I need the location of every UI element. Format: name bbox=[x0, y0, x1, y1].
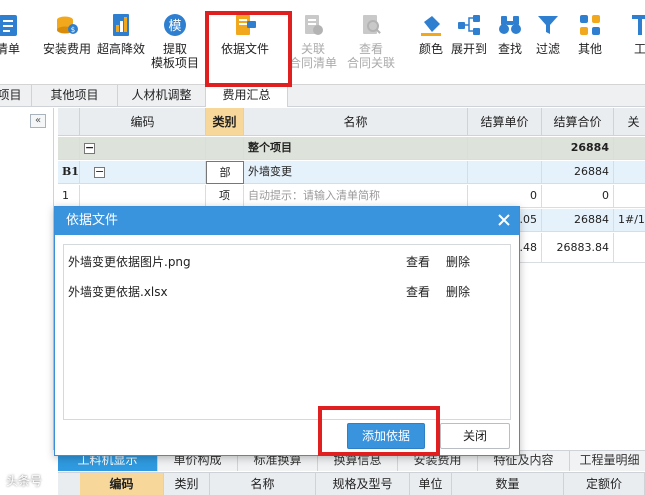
toolbar-link-contract-button[interactable]: 关联 合同清单 bbox=[284, 6, 342, 82]
row-total-price: 26884 bbox=[542, 209, 614, 232]
collapse-toggle[interactable]: − bbox=[84, 142, 95, 154]
dialog-title: 依据文件 bbox=[66, 213, 119, 228]
tab-other-items[interactable]: 其他项目 bbox=[32, 85, 118, 107]
row-name: 整个项目 bbox=[244, 137, 468, 160]
toolbar-color-button[interactable]: 颜色 bbox=[412, 6, 450, 82]
view-contract-icon bbox=[363, 15, 381, 34]
grid-header-unit-price[interactable]: 结算单价 bbox=[468, 108, 542, 136]
delete-file-link[interactable]: 删除 bbox=[446, 251, 470, 273]
document-chart-icon bbox=[113, 14, 129, 36]
file-name: 外墙变更依据图片.png bbox=[68, 255, 191, 269]
row-code: − bbox=[80, 137, 206, 160]
toolbar-filter-button[interactable]: 过滤 bbox=[530, 6, 566, 82]
toolbar-extract-template-button[interactable]: 模 提取 模板项目 bbox=[148, 6, 202, 82]
tab-quantity-detail[interactable]: 工程量明细 bbox=[570, 451, 645, 471]
row-type[interactable]: 部 bbox=[206, 161, 244, 184]
detail-header-code[interactable]: 编码 bbox=[80, 473, 164, 495]
svg-text:模: 模 bbox=[168, 19, 181, 34]
table-row[interactable]: 1 项 自动提示：请输入清单简称 0 0 bbox=[58, 185, 645, 208]
toolbar-install-fee-button[interactable]: $ 安装费用 bbox=[40, 6, 94, 82]
row-code: − bbox=[80, 161, 206, 184]
row-number: B1 bbox=[58, 161, 80, 184]
grid-header-rownum bbox=[58, 108, 80, 136]
grid-header-code[interactable]: 编码 bbox=[80, 108, 206, 136]
row-link: 1#/1# bbox=[614, 209, 645, 232]
tree-expand-icon bbox=[458, 15, 480, 35]
row-total-price: 26883.84 bbox=[542, 233, 614, 263]
row-name[interactable]: 外墙变更 bbox=[244, 161, 468, 184]
file-list: 外墙变更依据图片.png 查看 删除 外墙变更依据.xlsx 查看 删除 bbox=[63, 244, 511, 420]
row-number: 1 bbox=[58, 185, 80, 208]
row-name[interactable]: 自动提示：请输入清单简称 bbox=[244, 185, 468, 208]
list-item[interactable]: 外墙变更依据.xlsx 查看 删除 bbox=[64, 281, 510, 303]
row-total-price: 0 bbox=[542, 185, 614, 208]
grid-header-name[interactable]: 名称 bbox=[244, 108, 468, 136]
watermark: 头条号 bbox=[6, 474, 43, 488]
paint-bucket-icon bbox=[421, 16, 441, 36]
row-link bbox=[614, 233, 645, 263]
toolbar-find-button[interactable]: 查找 bbox=[492, 6, 528, 82]
row-type bbox=[206, 137, 244, 160]
view-file-link[interactable]: 查看 bbox=[406, 281, 430, 303]
row-link bbox=[614, 185, 645, 208]
grid-apps-icon bbox=[580, 15, 600, 35]
grid-header-type[interactable]: 类别 bbox=[206, 108, 244, 136]
template-icon: 模 bbox=[164, 14, 186, 36]
toolbar-other-button[interactable]: 其他 bbox=[572, 6, 608, 82]
module-tab-strip: 项目 其他项目 人材机调整 费用汇总 bbox=[0, 85, 645, 107]
detail-header-quota-price[interactable]: 定额价 bbox=[564, 473, 645, 495]
collapse-toggle[interactable]: − bbox=[94, 166, 105, 178]
tab-items[interactable]: 项目 bbox=[0, 85, 32, 107]
tools-icon bbox=[632, 15, 645, 35]
row-unit-price: 0 bbox=[468, 185, 542, 208]
filter-icon bbox=[538, 16, 558, 34]
toolbar-view-contract-button[interactable]: 查看 合同关联 bbox=[342, 6, 400, 82]
row-type[interactable]: 项 bbox=[206, 185, 244, 208]
dialog-title-bar[interactable]: 依据文件 bbox=[55, 207, 519, 235]
basis-file-dialog: 依据文件 外墙变更依据图片.png 查看 删除 外墙变更依据.xlsx 查看 删… bbox=[54, 206, 520, 456]
toolbar-list-button[interactable]: 清单 bbox=[0, 6, 30, 82]
grid-header-total-price[interactable]: 结算合价 bbox=[542, 108, 614, 136]
collapse-panel-button[interactable]: « bbox=[30, 114, 46, 128]
view-file-link[interactable]: 查看 bbox=[406, 251, 430, 273]
detail-grid-header: 编码 类别 名称 规格及型号 单位 数量 定额价 bbox=[58, 472, 645, 495]
detail-header-spec[interactable]: 规格及型号 bbox=[316, 473, 410, 495]
table-row[interactable]: − 整个项目 26884 bbox=[58, 137, 645, 160]
coins-icon: $ bbox=[57, 16, 78, 34]
row-total-price: 26884 bbox=[542, 137, 614, 160]
row-number bbox=[58, 137, 80, 160]
tab-fee-summary[interactable]: 费用汇总 bbox=[206, 85, 288, 107]
annotation-highlight-basis-file bbox=[205, 11, 292, 87]
toolbar-height-reduction-button[interactable]: 超高降效 bbox=[94, 6, 148, 82]
table-row[interactable]: B1 − 部 外墙变更 26884 bbox=[58, 161, 645, 184]
main-toolbar: 清单 $ 安装费用 超高降效 模 提取 模板项目 依据文件 关联 合同清单 查看… bbox=[0, 0, 645, 85]
close-icon[interactable] bbox=[497, 213, 511, 227]
detail-header-name[interactable]: 名称 bbox=[210, 473, 316, 495]
list-icon bbox=[0, 15, 17, 36]
annotation-highlight-add-basis bbox=[318, 406, 440, 456]
detail-header-unit[interactable]: 单位 bbox=[410, 473, 452, 495]
close-dialog-button[interactable]: 关闭 bbox=[440, 423, 510, 449]
tab-labor-material-adjust[interactable]: 人材机调整 bbox=[118, 85, 206, 107]
grid-header-link[interactable]: 关 bbox=[614, 108, 645, 136]
toolbar-expand-to-button[interactable]: 展开到 bbox=[448, 6, 490, 82]
row-code[interactable] bbox=[80, 185, 206, 208]
row-link bbox=[614, 137, 645, 160]
row-link bbox=[614, 161, 645, 184]
list-item[interactable]: 外墙变更依据图片.png 查看 删除 bbox=[64, 251, 510, 273]
svg-text:$: $ bbox=[71, 26, 75, 34]
detail-header-quantity[interactable]: 数量 bbox=[452, 473, 564, 495]
link-contract-icon bbox=[305, 15, 323, 35]
row-unit-price bbox=[468, 161, 542, 184]
left-tree-panel: « bbox=[0, 108, 54, 450]
toolbar-tools-button[interactable]: 工 bbox=[622, 6, 645, 82]
row-total-price: 26884 bbox=[542, 161, 614, 184]
binoculars-icon bbox=[499, 16, 521, 34]
file-name: 外墙变更依据.xlsx bbox=[68, 285, 168, 299]
delete-file-link[interactable]: 删除 bbox=[446, 281, 470, 303]
detail-header-type[interactable]: 类别 bbox=[164, 473, 210, 495]
row-unit-price bbox=[468, 137, 542, 160]
